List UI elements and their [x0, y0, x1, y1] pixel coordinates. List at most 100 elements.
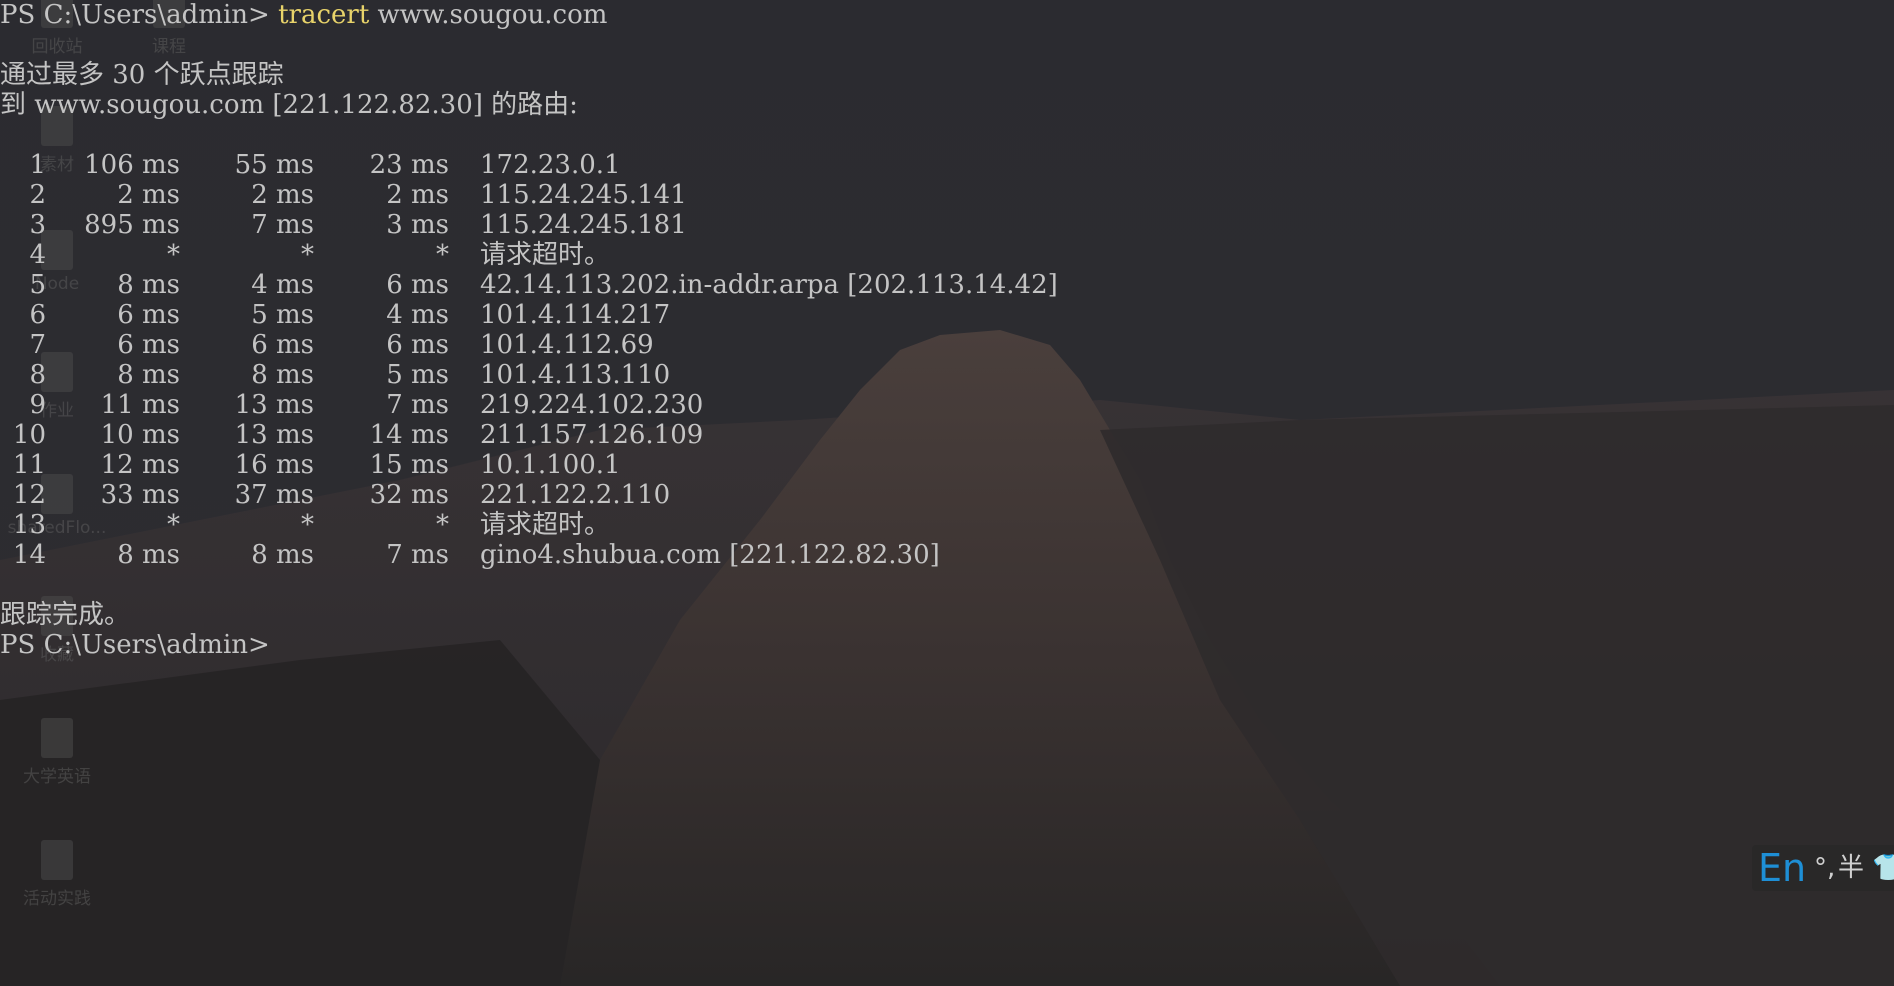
hop-row: 13 * * * 请求超时。: [0, 510, 1894, 540]
hop-rtt3: 2 ms: [386, 180, 449, 210]
hop-host: 101.4.113.110: [480, 360, 671, 390]
hop-hop: 11: [12, 450, 46, 480]
desktop-icon-college-english[interactable]: 大学英语: [2, 718, 112, 787]
hop-rtt1: 6 ms: [117, 330, 180, 360]
ime-width-indicator[interactable]: 半: [1838, 853, 1864, 883]
hop-hop: 4: [29, 240, 46, 270]
hop-rtt2: *: [301, 240, 314, 270]
prompt: PS C:\Users\admin>: [0, 0, 270, 30]
hop-rtt3: 4 ms: [386, 300, 449, 330]
hop-rtt3: 6 ms: [386, 330, 449, 360]
hop-host: 101.4.112.69: [480, 330, 654, 360]
hop-rtt1: 12 ms: [100, 450, 180, 480]
hop-rtt3: *: [436, 240, 449, 270]
hop-rtt3: 6 ms: [386, 270, 449, 300]
ime-status-bar[interactable]: En °, 半 👕: [1752, 845, 1894, 891]
hop-host: 211.157.126.109: [480, 420, 704, 450]
hop-rtt3: 7 ms: [386, 540, 449, 570]
hop-rtt3: 23 ms: [369, 150, 449, 180]
hop-hop: 12: [12, 480, 46, 510]
hop-rtt1: 10 ms: [100, 420, 180, 450]
hop-hop: 10: [12, 420, 46, 450]
trace-header-destination: 到 www.sougou.com [221.122.82.30] 的路由:: [0, 90, 578, 120]
hop-host: 115.24.245.181: [480, 210, 687, 240]
hop-rtt3: 15 ms: [369, 450, 449, 480]
hop-rtt2: 13 ms: [234, 420, 314, 450]
hop-rtt2: 37 ms: [234, 480, 314, 510]
trace-complete-message: 跟踪完成。: [0, 600, 131, 630]
hop-host: 请求超时。: [480, 240, 611, 270]
hop-hop: 9: [29, 390, 46, 420]
desktop-screen: 回收站 课程 素材 Node 作业 sharedFlo... 收藏 大学英语 活…: [0, 0, 1894, 986]
hop-row: 11 12 ms 16 ms 15 ms 10.1.100.1: [0, 450, 1894, 480]
hop-rtt2: 55 ms: [234, 150, 314, 180]
powershell-terminal[interactable]: PS C:\Users\admin> tracert www.sougou.co…: [0, 0, 1058, 660]
hop-row: 1 106 ms 55 ms 23 ms 172.23.0.1: [0, 150, 1894, 180]
hop-hop: 14: [12, 540, 46, 570]
hop-row: 5 8 ms 4 ms 6 ms 42.14.113.202.in-addr.arpa …: [0, 270, 1894, 300]
hop-rtt1: 6 ms: [117, 300, 180, 330]
hop-rtt1: 106 ms: [84, 150, 180, 180]
hop-rtt2: *: [301, 510, 314, 540]
hop-rtt3: 7 ms: [386, 390, 449, 420]
hop-rtt1: 11 ms: [100, 390, 180, 420]
hop-rtt3: 14 ms: [369, 420, 449, 450]
hop-rtt1: 8 ms: [117, 540, 180, 570]
hop-host: 172.23.0.1: [480, 150, 621, 180]
shirt-icon[interactable]: 👕: [1872, 853, 1894, 883]
hop-rtt1: 2 ms: [117, 180, 180, 210]
hop-row: 6 6 ms 5 ms 4 ms 101.4.114.217: [0, 300, 1894, 330]
hop-rtt3: *: [436, 510, 449, 540]
hop-hop: 3: [29, 210, 46, 240]
hop-rtt3: 3 ms: [386, 210, 449, 240]
ime-language-indicator[interactable]: En: [1758, 847, 1806, 889]
hop-rtt1: 8 ms: [117, 360, 180, 390]
ime-punctuation-indicator[interactable]: °,: [1814, 853, 1835, 883]
document-icon: [41, 840, 73, 880]
hop-rtt2: 7 ms: [251, 210, 314, 240]
desktop-icon-label: 大学英语: [23, 767, 91, 787]
hop-host: gino4.shubua.com [221.122.82.30]: [480, 540, 940, 570]
trace-header-max-hops: 通过最多 30 个跃点跟踪: [0, 60, 284, 90]
hop-rtt2: 8 ms: [251, 540, 314, 570]
command-name: tracert: [278, 0, 370, 30]
hop-hop: 7: [29, 330, 46, 360]
hop-rtt2: 5 ms: [251, 300, 314, 330]
hop-hop: 2: [29, 180, 46, 210]
hop-hop: 13: [12, 510, 46, 540]
hop-hop: 5: [29, 270, 46, 300]
hop-rtt1: 895 ms: [84, 210, 180, 240]
hop-rtt2: 8 ms: [251, 360, 314, 390]
hop-host: 115.24.245.141: [480, 180, 687, 210]
hop-rtt2: 13 ms: [234, 390, 314, 420]
hop-row: 2 2 ms 2 ms 2 ms 115.24.245.141: [0, 180, 1894, 210]
hop-hop: 6: [29, 300, 46, 330]
desktop-icon-activity[interactable]: 活动实践: [2, 840, 112, 909]
desktop-icon-label: 课程: [152, 37, 186, 57]
hop-rtt1: 33 ms: [100, 480, 180, 510]
hop-rtt1: *: [167, 510, 180, 540]
hop-host: 42.14.113.202.in-addr.arpa [202.113.14.4…: [480, 270, 1058, 300]
hop-host: 219.224.102.230: [480, 390, 704, 420]
hop-row: 10 10 ms 13 ms 14 ms 211.157.126.109: [0, 420, 1894, 450]
hop-host: 221.122.2.110: [480, 480, 671, 510]
hop-row: 8 8 ms 8 ms 5 ms 101.4.113.110: [0, 360, 1894, 390]
hop-rtt3: 5 ms: [386, 360, 449, 390]
desktop-icon-label: 回收站: [31, 37, 83, 57]
hop-rtt1: 8 ms: [117, 270, 180, 300]
command-argument: www.sougou.com: [377, 0, 608, 30]
hop-row: 12 33 ms 37 ms 32 ms 221.122.2.110: [0, 480, 1894, 510]
hop-row: 7 6 ms 6 ms 6 ms 101.4.112.69: [0, 330, 1894, 360]
command-line: PS C:\Users\admin> tracert www.sougou.co…: [0, 0, 607, 30]
hop-rtt2: 6 ms: [251, 330, 314, 360]
hop-host: 10.1.100.1: [480, 450, 621, 480]
hop-row: 4 * * * 请求超时。: [0, 240, 1894, 270]
hop-rtt2: 2 ms: [251, 180, 314, 210]
hop-host: 101.4.114.217: [480, 300, 671, 330]
hop-rtt2: 4 ms: [251, 270, 314, 300]
hop-host: 请求超时。: [480, 510, 611, 540]
hop-row: 14 8 ms 8 ms 7 ms gino4.shubua.com [221.122.…: [0, 540, 1894, 570]
desktop-icon-label: 活动实践: [23, 889, 91, 909]
hop-hop: 8: [29, 360, 46, 390]
hop-row: 3 895 ms 7 ms 3 ms 115.24.245.181: [0, 210, 1894, 240]
